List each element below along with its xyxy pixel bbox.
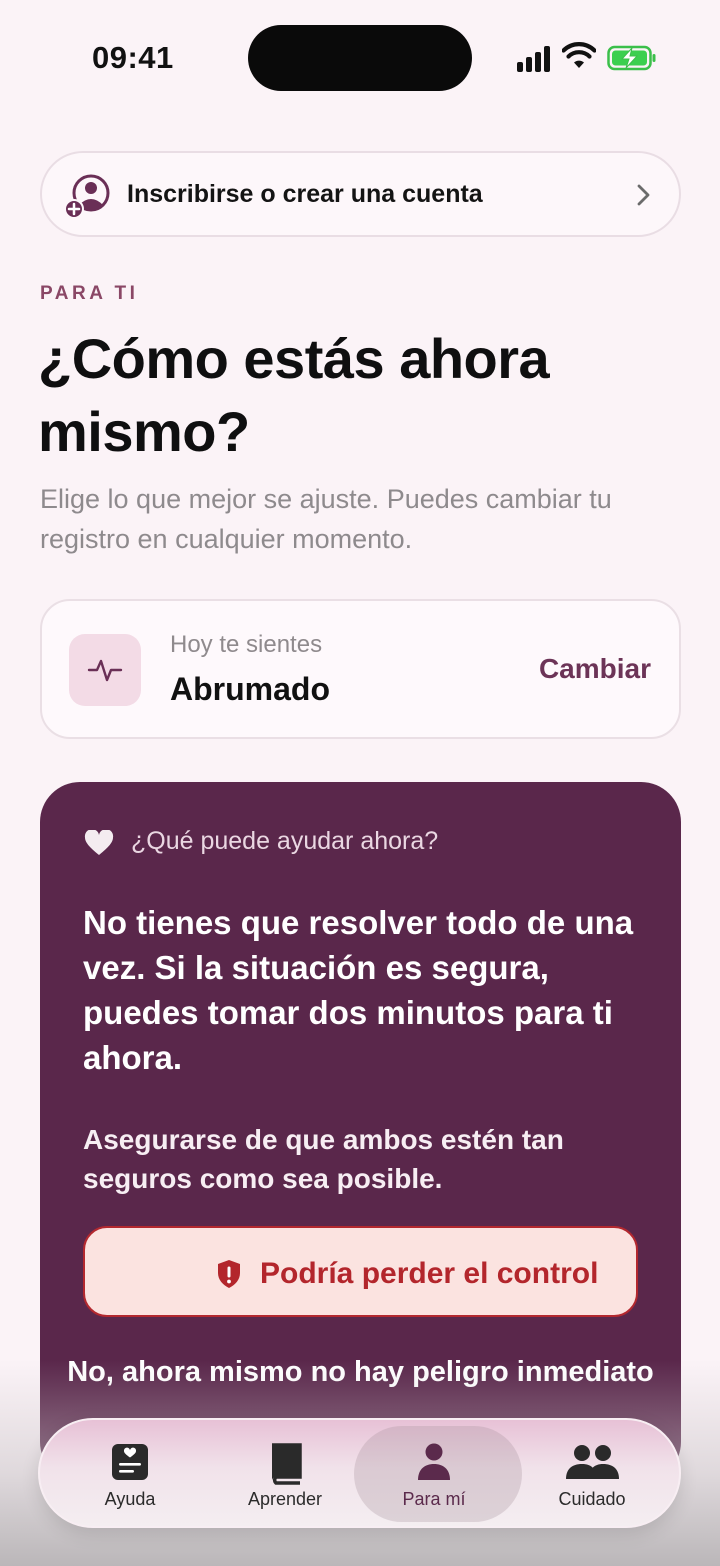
add-user-icon	[64, 174, 110, 219]
help-secondary-text: Asegurarse de que ambos estén tan seguro…	[83, 1124, 564, 1194]
pulse-icon	[87, 659, 123, 682]
page-title: ¿Cómo estás ahora mismo?	[38, 327, 550, 463]
tab-label-para-mi: Para mí	[402, 1489, 466, 1509]
person-icon	[418, 1443, 450, 1480]
tab-ayuda[interactable]: Ayuda	[50, 1420, 210, 1526]
change-feeling-button[interactable]: Cambiar	[539, 653, 651, 685]
might-lose-control-label: Podría perder el control	[260, 1257, 599, 1290]
current-feeling-card: Hoy te sientes Abrumado Cambiar	[40, 599, 681, 739]
help-question: ¿Qué puede ayudar ahora?	[131, 827, 439, 855]
book-icon	[272, 1443, 302, 1485]
tab-label-aprender: Aprender	[247, 1489, 323, 1509]
battery-charging-icon	[607, 45, 656, 71]
page-subtitle: Elige lo que mejor se ajuste. Puedes cam…	[40, 484, 612, 554]
status-bar: 09:41	[0, 0, 720, 110]
tab-label-ayuda: Ayuda	[104, 1489, 156, 1509]
help-main-text: No tienes que resolver todo de una vez. …	[83, 904, 634, 1076]
cellular-signal-icon	[515, 44, 553, 72]
tab-para-mi[interactable]: Para mí	[354, 1420, 522, 1526]
wifi-icon	[562, 42, 596, 68]
sign-in-create-account-button[interactable]: Inscribirse o crear una cuenta	[40, 151, 681, 237]
shield-alert-icon	[218, 1260, 240, 1288]
status-time: 09:41	[92, 40, 174, 75]
dynamic-island	[248, 25, 472, 91]
heart-icon	[84, 830, 114, 855]
people-icon	[566, 1445, 619, 1479]
tab-aprender[interactable]: Aprender	[205, 1420, 365, 1526]
tab-label-cuidado: Cuidado	[558, 1489, 626, 1509]
account-label: Inscribirse o crear una cuenta	[127, 180, 483, 208]
tab-bar: Ayuda Aprender Para mí Cuidado	[38, 1418, 681, 1528]
tab-cuidado[interactable]: Cuidado	[512, 1420, 672, 1526]
chevron-right-icon	[637, 184, 650, 206]
help-card-icon	[112, 1444, 148, 1480]
feeling-icon-box	[69, 634, 141, 706]
might-lose-control-button[interactable]: Podría perder el control	[83, 1226, 638, 1317]
feeling-value: Abrumado	[170, 671, 330, 707]
feeling-caption: Hoy te sientes	[170, 631, 323, 658]
section-eyebrow: PARA TI	[40, 283, 139, 304]
